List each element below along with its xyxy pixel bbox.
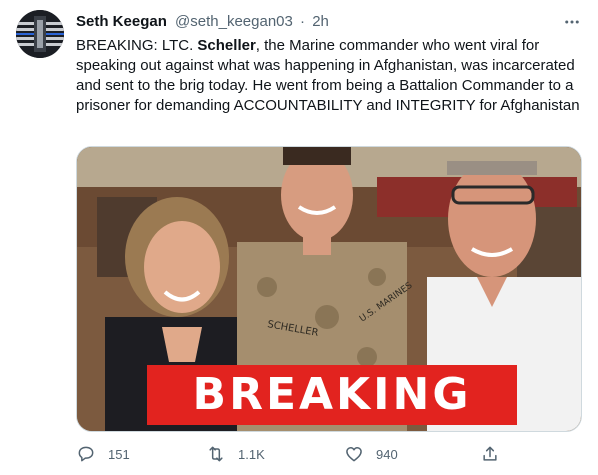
like-button[interactable]: 940 [344,442,398,466]
reply-button[interactable]: 151 [76,442,130,466]
avatar-flag-icon [16,10,64,58]
share-button[interactable] [480,442,500,466]
more-options-button[interactable] [560,12,584,32]
separator-dot: · [300,13,306,30]
reply-icon [78,446,94,462]
tweet-text: BREAKING: LTC. Scheller, the Marine comm… [76,36,582,116]
retweet-icon [209,446,223,462]
retweet-count: 1.1K [238,446,265,462]
user-handle[interactable]: @seth_keegan03 [175,13,293,30]
tweet-media-image[interactable]: SCHELLER U.S. MARINES BREAKING [76,146,582,432]
share-icon [483,446,497,461]
like-icon [346,447,362,462]
retweet-button[interactable]: 1.1K [206,442,265,466]
display-name[interactable]: Seth Keegan [76,13,167,30]
like-count: 940 [376,446,398,462]
tweet-actions: 151 1.1K 940 [76,442,516,466]
tweet-text-bold-name: Scheller [197,37,256,54]
breaking-banner: BREAKING [147,365,517,425]
breaking-banner-text: BREAKING [192,369,472,420]
reply-count: 151 [108,446,130,462]
timestamp[interactable]: 2h [312,13,329,30]
tweet[interactable]: Seth Keegan @seth_keegan03 · 2h BREAKING… [0,0,598,475]
tweet-text-part1: BREAKING: LTC. [76,37,198,54]
tweet-header: Seth Keegan @seth_keegan03 · 2h [76,12,329,32]
avatar[interactable] [16,10,64,58]
more-icon [565,20,579,24]
